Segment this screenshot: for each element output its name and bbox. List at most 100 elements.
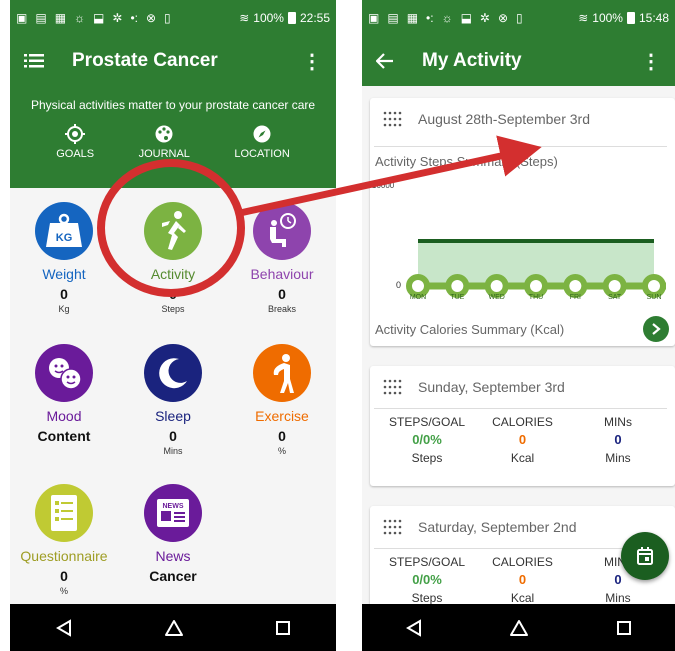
weight-icon-text: KG [56,232,73,244]
behaviour-value: 0 [278,286,286,302]
status-time: 15:48 [638,11,669,25]
questionnaire-label: Questionnaire [20,548,108,564]
questionnaire-unit: % [59,586,68,596]
sitting-icon [253,202,311,260]
mood-tile[interactable]: Mood Content [10,344,118,446]
questionnaire-tile[interactable]: Questionnaire 0 % [10,484,118,596]
app-bar: My Activity ⋮ [362,36,675,86]
steps-chart: 10000 0 MON TUE WED THU FRI SAT SUN [372,181,666,301]
steps-goal-header: STEPS/GOAL [389,555,466,569]
recents-nav-icon[interactable] [275,620,291,636]
activity-value: 0 [169,286,177,302]
calories-stat: CALORIES 0 Kcal [475,555,569,605]
overflow-menu-icon[interactable]: ⋮ [302,49,322,74]
location-tab-label: LOCATION [234,148,290,160]
palette-icon [155,125,173,143]
dot-grid-icon [383,379,402,395]
day-point [563,274,588,298]
sleep-value: 0 [169,428,177,444]
search-icon: ⊗ [497,11,509,25]
goals-tab-label: GOALS [56,148,95,160]
behaviour-label: Behaviour [250,266,314,282]
calories-value: 0 [518,432,527,447]
day-label: WED [488,294,504,301]
daily-card[interactable]: Sunday, September 3rd STEPS/GOAL 0/0% St… [370,366,675,486]
recents-nav-icon[interactable] [616,620,632,636]
day-point [484,274,509,298]
journal-tab[interactable]: JOURNAL [139,124,190,160]
mins-stat: MINs 0 Mins [571,415,665,465]
behaviour-unit: Breaks [267,304,296,314]
zero-label: 0 [396,280,401,290]
overflow-menu-icon[interactable]: ⋮ [641,49,661,74]
exercise-value: 0 [278,428,286,444]
notification-icons: ▣ ▤ ▦ •: ☼ ⬓ ✲ ⊗ ▯ [368,11,523,25]
questionnaire-value: 0 [60,568,68,584]
exercise-tile[interactable]: Exercise 0 % [228,344,336,456]
app-title: Prostate Cancer [72,50,218,71]
activity-tile[interactable]: Activity 0 Steps [119,202,227,314]
mins-header: MINs [603,415,632,429]
day-point [445,274,470,298]
dot-grid-icon [383,519,402,535]
wifi-icon: ≋ [239,11,250,25]
behaviour-tile[interactable]: Behaviour 0 Breaks [228,202,336,314]
day-label: TUE [450,294,464,301]
news-label: News [155,548,191,564]
news-value: Cancer [149,568,197,584]
steps-goal-value: 0/0% [412,572,442,587]
screen-title: My Activity [422,50,522,71]
bluetooth-icon: •: [130,11,138,25]
location-tab[interactable]: LOCATION [234,124,290,160]
mood-label: Mood [46,408,82,424]
sim-icon: ▤ [35,11,47,25]
steps-unit: Steps [411,451,443,465]
bulb-icon: ☼ [74,11,86,25]
mins-unit: Mins [605,591,631,605]
back-arrow-icon[interactable] [376,53,394,69]
week-range: August 28th-September 3rd [418,111,590,127]
clipboard-icon: ▯ [516,11,523,25]
back-nav-icon[interactable] [55,618,73,637]
steps-unit: Steps [411,591,443,605]
message-icon: ▣ [368,11,380,25]
home-nav-icon[interactable] [509,619,529,637]
phone-home-screen: ▣ ▤ ▦ ☼ ⬓ ✲ •: ⊗ ▯ ≋ 100% 22:55 Prostate… [10,0,336,651]
weekly-summary-card[interactable]: August 28th-September 3rd Activity Steps… [370,98,675,346]
calendar-fab[interactable] [621,532,669,580]
calories-stat: CALORIES 0 Kcal [475,415,569,465]
steps-stat: STEPS/GOAL 0/0% Steps [380,555,474,605]
weight-tile[interactable]: KG Weight 0 Kg [10,202,118,314]
calories-summary-title: Activity Calories Summary (Kcal) [375,322,565,337]
calories-value: 0 [518,572,527,587]
calendar-icon [637,547,653,565]
day-label: SUN [647,294,662,301]
app-bar: Prostate Cancer ⋮ [10,36,336,86]
download-icon: ⬓ [93,11,105,25]
divider [374,146,667,147]
back-nav-icon[interactable] [405,618,423,637]
steps-goal-header: STEPS/GOAL [389,415,466,429]
battery-icon [626,12,635,24]
goals-tab[interactable]: GOALS [56,124,94,160]
next-button[interactable] [643,316,669,342]
sleep-tile[interactable]: Sleep 0 Mins [119,344,227,456]
week-header: August 28th-September 3rd [370,98,675,140]
news-tile[interactable]: NEWS News Cancer [119,484,227,586]
sim-icon: ▤ [387,11,399,25]
steps-summary-title: Activity Steps Summary (Steps) [375,154,558,169]
download-icon: ⬓ [460,11,472,25]
battery-icon [287,12,296,24]
home-nav-icon[interactable] [164,619,184,637]
app-header: Physical activities matter to your prost… [10,86,336,188]
mins-value: 0 [614,432,622,447]
gallery-icon: ▦ [406,11,419,25]
hamburger-menu-icon[interactable] [24,53,44,69]
day-label: FRI [570,294,581,301]
header-subtitle: Physical activities matter to your prost… [30,98,316,112]
bulb-icon: ☼ [441,11,453,25]
day-point [406,274,430,298]
dot-grid-icon [383,111,402,127]
day-date: Saturday, September 2nd [418,519,577,535]
notification-icons: ▣ ▤ ▦ ☼ ⬓ ✲ •: ⊗ ▯ [16,11,171,25]
